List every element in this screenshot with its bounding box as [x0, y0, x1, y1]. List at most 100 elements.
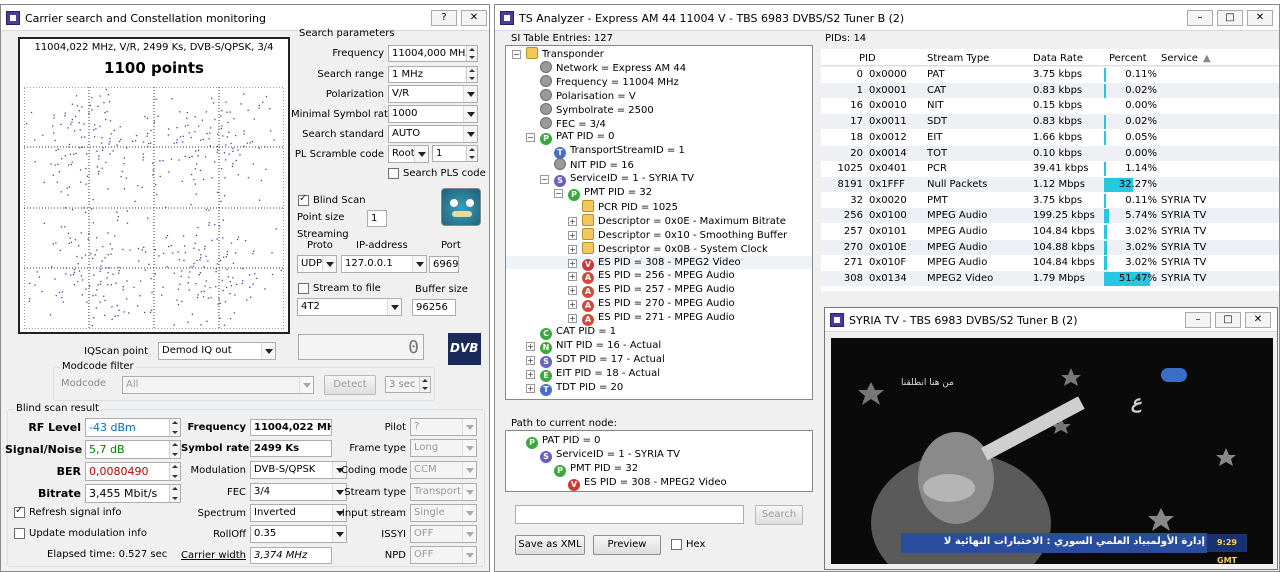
tree-expander[interactable]: + — [568, 258, 577, 268]
blind-scan-checkbox[interactable] — [298, 193, 309, 206]
frame-type-select[interactable]: Long — [410, 439, 477, 457]
tree-expander[interactable]: − — [554, 189, 563, 198]
stream-to-file-checkbox[interactable] — [298, 283, 309, 294]
tree-expander[interactable]: + — [568, 300, 577, 310]
constellation-point — [120, 138, 122, 141]
modcode-select[interactable]: All — [122, 376, 314, 394]
tree-node[interactable]: A ES PID = 271 - MPEG Audio — [582, 311, 735, 327]
tree-node[interactable]: T TDT PID = 20 — [540, 381, 623, 396]
npd-select[interactable]: OFF — [410, 546, 477, 564]
tree-expander[interactable]: − — [540, 175, 549, 185]
tree-expander[interactable]: + — [568, 244, 577, 254]
tree-node[interactable]: Descriptor = 0x0E - Maximum Bitrate — [582, 213, 786, 228]
tree-node[interactable]: C CAT PID = 1 — [540, 325, 616, 340]
frequency-input[interactable]: 11004,000 MHz — [388, 45, 478, 62]
tree-node[interactable]: S SDT PID = 17 - Actual — [540, 353, 665, 368]
file-type-select[interactable]: 4T2 — [297, 298, 402, 316]
constellation-point — [225, 101, 227, 103]
rolloff-select[interactable]: 0.35 — [250, 525, 347, 543]
tree-node[interactable]: E EIT PID = 18 - Actual — [540, 367, 660, 382]
issyi-select[interactable]: OFF — [410, 525, 477, 543]
detect-interval-input[interactable]: 3 sec — [385, 376, 431, 393]
search-button[interactable]: Search — [755, 505, 803, 525]
coding-mode-select[interactable]: CCM — [410, 461, 477, 479]
save-xml-button[interactable]: Save as XML — [515, 535, 585, 555]
buffer-size-input[interactable]: 96256 — [412, 299, 456, 316]
tree-expander[interactable]: − — [512, 50, 521, 59]
tree-node[interactable]: N NIT PID = 16 - Actual — [540, 339, 661, 354]
tree-node[interactable]: Descriptor = 0x10 - Smoothing Buffer — [582, 227, 787, 242]
polarization-select[interactable]: V/R — [388, 85, 478, 103]
tree-expander[interactable]: − — [526, 133, 535, 143]
tree-node[interactable]: Transponder — [526, 47, 604, 61]
modulation-select[interactable]: DVB-S/QPSK — [250, 461, 347, 479]
tree-node[interactable]: V ES PID = 308 - MPEG2 Video — [582, 256, 741, 271]
refresh-signal-checkbox[interactable] — [14, 505, 25, 518]
tree-node[interactable]: PCR PID = 1025 — [582, 199, 678, 214]
tree-expander[interactable]: + — [568, 314, 577, 324]
tree-node[interactable]: P PAT PID = 0 — [526, 434, 601, 449]
tree-expander[interactable]: + — [526, 355, 535, 365]
tree-node[interactable]: S ServiceID = 1 - SYRIA TV — [540, 448, 680, 463]
port-input[interactable]: 6969 — [429, 256, 459, 273]
search-input[interactable] — [515, 505, 744, 524]
tree-node[interactable]: FEC = 3/4 — [540, 116, 606, 131]
point-size-input[interactable]: 1 — [367, 210, 387, 227]
carrier-width-label[interactable]: Carrier width — [181, 550, 246, 561]
tree-node[interactable]: P PMT PID = 32 — [568, 186, 652, 201]
ip-select[interactable]: 127.0.0.1 — [341, 255, 427, 273]
tree-node[interactable]: Descriptor = 0x0B - System Clock — [582, 241, 768, 256]
pilot-select[interactable]: ? — [410, 418, 477, 436]
update-modulation-checkbox[interactable] — [14, 528, 25, 539]
proto-select[interactable]: UDP — [297, 255, 337, 273]
hex-checkbox[interactable] — [671, 539, 682, 550]
tree-node[interactable]: NIT PID = 16 — [554, 158, 634, 172]
column-header[interactable]: PID — [859, 53, 876, 68]
tree-node[interactable]: A ES PID = 270 - MPEG Audio — [582, 297, 735, 313]
tree-node[interactable]: Polarisation = V — [540, 88, 636, 103]
tree-node[interactable]: Symbolrate = 2500 — [540, 102, 654, 117]
tree-expander[interactable]: + — [568, 230, 577, 240]
video-minimize-button[interactable]: – — [1185, 312, 1211, 328]
tree-node[interactable]: A ES PID = 256 - MPEG Audio — [582, 269, 735, 285]
column-header[interactable]: Service — [1161, 53, 1198, 68]
search-standard-select[interactable]: AUTO — [388, 125, 478, 143]
tree-expander[interactable]: + — [526, 383, 535, 393]
tree-node[interactable]: P PMT PID = 32 — [554, 462, 638, 477]
si-tree[interactable]: − Transponder Network = Express AM 44 Frequ… — [505, 45, 813, 400]
tree-node[interactable]: Network = Express AM 44 — [540, 60, 686, 75]
detect-button[interactable]: Detect — [324, 375, 376, 395]
tree-expander[interactable]: + — [526, 341, 535, 351]
column-header[interactable]: Percent — [1109, 53, 1147, 68]
constellation-point — [258, 147, 260, 149]
column-header[interactable]: Data Rate — [1033, 53, 1083, 68]
search-pls-code-checkbox[interactable] — [388, 168, 399, 179]
column-header[interactable]: Stream Type — [927, 53, 989, 68]
tree-expander[interactable]: + — [568, 216, 577, 226]
tree-node[interactable]: V ES PID = 308 - MPEG2 Video — [568, 476, 727, 491]
search-range-input[interactable]: 1 MHz — [388, 66, 478, 83]
pl-scramble-value-input[interactable]: 1 — [432, 145, 478, 162]
input-stream-select[interactable]: Single — [410, 504, 477, 522]
pl-scramble-mode-select[interactable]: Root — [388, 145, 429, 163]
min-symbol-rate-select[interactable]: 1000 — [388, 105, 478, 123]
constellation-point — [179, 283, 181, 285]
tree-node[interactable]: Frequency = 11004 MHz — [540, 74, 679, 89]
video-close-button[interactable]: ✕ — [1245, 312, 1271, 328]
spectrum-select[interactable]: Inverted — [250, 504, 347, 522]
iq-scan-select[interactable]: Demod IQ out — [158, 342, 276, 360]
mascot-icon[interactable] — [441, 188, 481, 226]
fec-select[interactable]: 3/4 — [250, 483, 347, 501]
tree-node[interactable]: S ServiceID = 1 - SYRIA TV — [554, 172, 694, 188]
video-maximize-button[interactable]: □ — [1215, 312, 1241, 328]
preview-button[interactable]: Preview — [593, 535, 661, 555]
help-button[interactable]: ? — [431, 10, 457, 26]
tree-expander[interactable]: + — [568, 272, 577, 282]
tree-node[interactable]: T TransportStreamID = 1 — [554, 144, 685, 160]
stream-type-select[interactable]: Transport — [410, 483, 477, 501]
tree-node[interactable]: A ES PID = 257 - MPEG Audio — [582, 283, 735, 299]
tree-expander[interactable]: + — [526, 369, 535, 379]
close-button[interactable]: ✕ — [461, 10, 487, 26]
tree-expander[interactable]: + — [568, 286, 577, 296]
tree-node[interactable]: P PAT PID = 0 — [540, 130, 615, 146]
